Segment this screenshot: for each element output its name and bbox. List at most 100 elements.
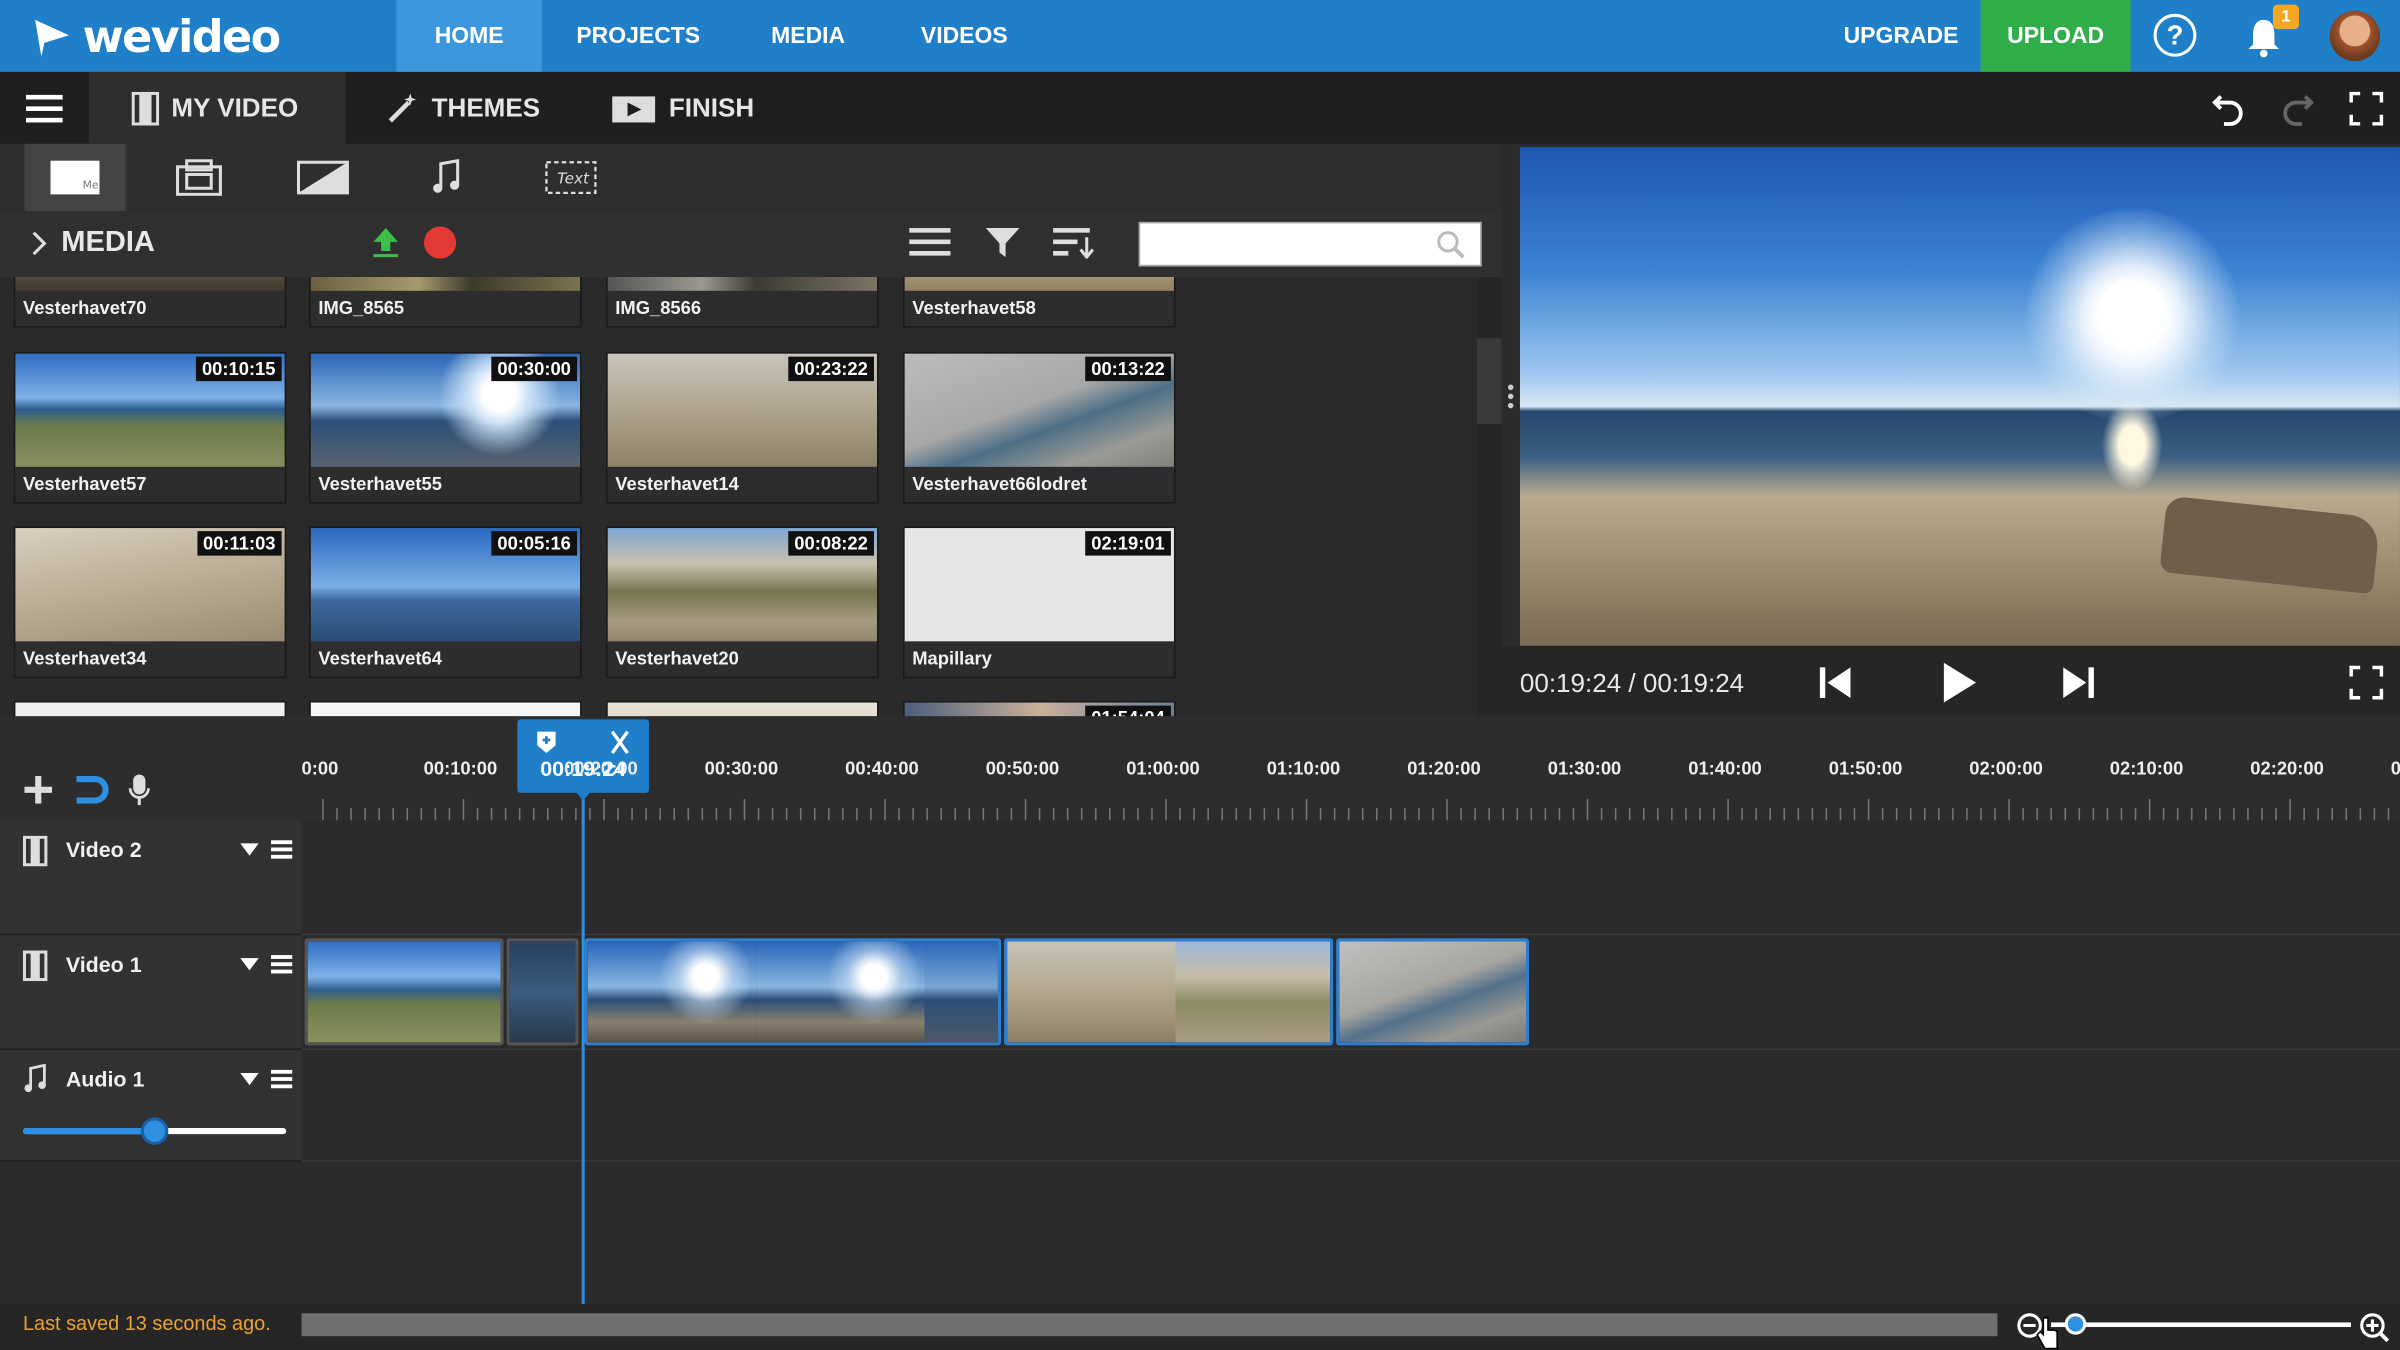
volume-slider[interactable] (22, 1117, 287, 1145)
undo-icon[interactable] (2212, 90, 2246, 127)
media-item[interactable]: Vesterhavet70 (13, 277, 287, 328)
panel-divider[interactable] (1501, 143, 1520, 717)
media-item[interactable]: 00:05:16 Vesterhavet64 (309, 526, 582, 679)
microphone-icon[interactable] (128, 773, 150, 807)
tab-themes[interactable]: THEMES (386, 72, 585, 144)
help-icon[interactable]: ? (2153, 13, 2197, 57)
track-lane-audio-1[interactable] (301, 1050, 2400, 1162)
zoom-in-icon[interactable] (2359, 1312, 2390, 1343)
tab-finish[interactable]: FINISH (611, 72, 764, 144)
chevron-right-icon[interactable] (29, 230, 47, 258)
upload-button[interactable]: UPLOAD (1980, 0, 2131, 72)
media-item[interactable]: 00:10:15 Vesterhavet57 (13, 352, 287, 504)
sort-icon[interactable] (1053, 225, 1096, 259)
tab-stock-media[interactable] (148, 144, 249, 211)
redo-icon[interactable] (2281, 90, 2315, 127)
media-duration-badge: 00:11:03 (196, 531, 282, 556)
timeline-clip[interactable] (506, 938, 579, 1046)
ruler-tick-label: 01:10:00 (1266, 757, 1341, 780)
track-menu-icon[interactable] (270, 954, 293, 975)
tab-text[interactable]: Text (520, 144, 621, 211)
wevideo-logo[interactable]: WeVideo (31, 9, 281, 64)
nav-media[interactable]: MEDIA (753, 0, 863, 72)
track-header-audio-1: Audio 1 (0, 1049, 302, 1162)
media-item[interactable]: IMG_8565 (309, 277, 582, 328)
track-header-video-2: Video 2 (0, 820, 302, 936)
timeline-clip[interactable] (1336, 938, 1530, 1046)
media-item[interactable]: 00:08:22 Vesterhavet20 (606, 526, 879, 679)
skip-forward-icon[interactable] (2060, 664, 2097, 701)
list-view-icon[interactable] (909, 225, 951, 259)
drag-handle-icon[interactable] (1506, 381, 1515, 412)
logo-play-icon (35, 19, 69, 57)
timeline-clip[interactable] (1004, 938, 1334, 1046)
preview-fullscreen-icon[interactable] (2349, 665, 2384, 700)
media-item[interactable]: 00:13:22 Vesterhavet66lodret (903, 352, 1176, 504)
user-avatar[interactable] (2329, 10, 2381, 62)
track-menu-icon[interactable] (270, 1068, 293, 1089)
tab-audio[interactable] (396, 144, 497, 211)
magnet-snap-icon[interactable] (73, 773, 110, 807)
preview-timecode: 00:19:24 / 00:19:24 (1519, 668, 1745, 698)
skip-back-icon[interactable] (1817, 664, 1854, 701)
playhead-line[interactable] (581, 789, 585, 1305)
tab-my-video[interactable]: MY VIDEO (88, 71, 346, 144)
hamburger-menu-icon[interactable] (26, 93, 63, 124)
media-duration-badge: 00:30:00 (491, 356, 578, 382)
timeline-horizontal-scrollbar[interactable] (301, 1313, 1998, 1337)
playhead-marker[interactable]: 00:19:24 (517, 719, 649, 801)
ruler-tick-label: 02:10:00 (2109, 757, 2184, 780)
media-item[interactable]: 00:30:00 Vesterhavet55 (309, 352, 582, 504)
media-item[interactable]: 00:23:22 Vesterhavet14 (606, 352, 879, 504)
media-scrollbar-track[interactable] (1477, 277, 1502, 717)
chevron-down-icon[interactable] (239, 957, 260, 972)
add-track-icon[interactable] (23, 774, 54, 805)
media-item-name: Vesterhavet14 (607, 466, 878, 503)
add-marker-icon[interactable] (536, 730, 557, 754)
chevron-down-icon[interactable] (239, 842, 260, 857)
film-track-icon (22, 835, 48, 867)
media-item[interactable]: IMG_8566 (606, 277, 879, 328)
editor-toolbar (0, 71, 2400, 144)
record-button[interactable] (423, 226, 457, 259)
nav-projects[interactable]: PROJECTS (562, 0, 715, 72)
video-preview[interactable] (1519, 146, 2400, 646)
track-lane-video-2[interactable] (301, 820, 2400, 936)
film-track-icon (22, 950, 48, 982)
search-icon[interactable] (1436, 230, 1467, 261)
upload-arrow-icon[interactable] (370, 225, 401, 259)
media-item[interactable]: Vesterhavet58 (903, 277, 1176, 328)
play-icon[interactable] (1941, 661, 1978, 704)
notification-badge: 1 (2272, 4, 2299, 30)
media-item[interactable]: 00:11:03 Vesterhavet34 (13, 526, 287, 679)
zoom-slider[interactable] (2051, 1313, 2352, 1335)
media-item[interactable]: 02:19:01 Mapillary (903, 526, 1176, 679)
media-duration-badge: 00:05:16 (491, 531, 578, 556)
timeline-clip[interactable] (584, 938, 1002, 1046)
media-scrollbar-thumb[interactable] (1477, 338, 1502, 424)
media-item[interactable]: 01:54:04 (903, 701, 1176, 717)
tab-transitions[interactable] (272, 144, 373, 211)
nav-home[interactable]: HOME (396, 0, 542, 72)
timeline-clip[interactable] (304, 938, 504, 1046)
tab-my-media[interactable]: Me (24, 143, 126, 212)
film-strip-icon (131, 91, 160, 125)
split-clip-icon[interactable] (609, 730, 630, 755)
filter-icon[interactable] (984, 225, 1021, 259)
media-item[interactable] (606, 701, 879, 717)
nav-videos[interactable]: VIDEOS (906, 0, 1022, 72)
media-search-input[interactable] (1138, 221, 1482, 267)
media-item[interactable] (309, 701, 582, 717)
upgrade-button[interactable]: UPGRADE (1831, 0, 1972, 72)
volume-slider-fill (22, 1128, 155, 1135)
volume-slider-handle[interactable] (140, 1117, 169, 1145)
fullscreen-icon[interactable] (2349, 91, 2384, 126)
zoom-slider-handle[interactable] (2064, 1313, 2086, 1335)
track-menu-icon[interactable] (270, 839, 293, 860)
media-item[interactable] (13, 701, 287, 717)
media-thumbnail (607, 702, 878, 717)
ruler-tick-label: 01:50:00 (1828, 757, 1903, 780)
chevron-down-icon[interactable] (239, 1071, 260, 1086)
text-tab-label: Text (557, 170, 590, 188)
music-note-icon (433, 159, 460, 193)
